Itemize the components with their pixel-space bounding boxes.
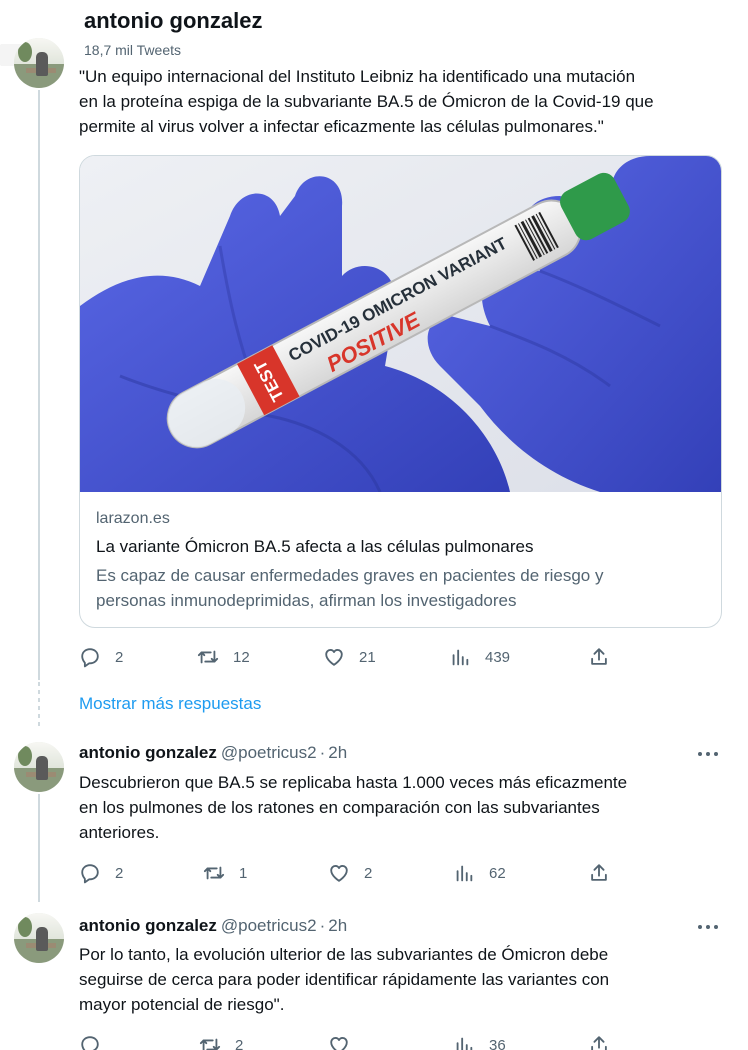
reply-author-name[interactable]: antonio gonzalez xyxy=(79,916,217,935)
retweet-count: 12 xyxy=(233,648,250,666)
tweet-text-line: "Un equipo internacional del Instituto L… xyxy=(79,67,636,86)
like-button[interactable] xyxy=(328,1033,364,1050)
tweet-actions: 2 12 21 439 xyxy=(79,645,639,669)
share-icon xyxy=(591,648,607,665)
retweet-button[interactable]: 2 xyxy=(199,1033,243,1050)
reply-actions: 2 1 2 62 xyxy=(79,861,639,885)
card-title: La variante Ómicron BA.5 afecta a las cé… xyxy=(96,537,534,556)
tweet-count: 18,7 mil Tweets xyxy=(84,42,182,58)
heart-icon xyxy=(330,865,348,882)
reply-text-line: mayor potencial de riesgo". xyxy=(79,995,285,1014)
reply-count: 2 xyxy=(115,864,124,882)
reply-header: antonio gonzalez @poetricus2 · 2h xyxy=(79,743,347,763)
share-button[interactable] xyxy=(588,861,610,885)
views-count: 62 xyxy=(489,864,506,882)
reply-button[interactable]: 2 xyxy=(79,861,123,885)
card-description-line: Es capaz de causar enfermedades graves e… xyxy=(96,566,604,585)
retweet-icon xyxy=(197,650,219,664)
card-description-line: personas inmunodeprimidas, afirman los i… xyxy=(96,591,517,610)
views-count: 439 xyxy=(485,648,511,666)
reply-text-line: anteriores. xyxy=(79,823,160,842)
views-icon xyxy=(452,649,469,666)
reply-icon xyxy=(81,648,99,668)
share-button[interactable] xyxy=(588,1033,610,1050)
reply-button[interactable]: 2 xyxy=(79,645,123,669)
views-count: 36 xyxy=(489,1036,506,1050)
heart-icon xyxy=(330,1037,348,1050)
views-button[interactable]: 36 xyxy=(453,1033,506,1050)
separator-dot: · xyxy=(319,743,326,762)
reply-text-line: Descubrieron que BA.5 se replicaba hasta… xyxy=(79,773,628,792)
share-icon xyxy=(591,864,607,881)
avatar[interactable] xyxy=(14,38,64,88)
reply-count: 2 xyxy=(115,648,124,666)
reply-author-handle[interactable]: @poetricus2 xyxy=(221,743,317,762)
tweet-text-line: permite al virus volver a infectar efica… xyxy=(79,117,604,136)
retweet-icon xyxy=(199,1038,221,1050)
retweet-icon xyxy=(203,866,225,880)
reply-text: Por lo tanto, la evolución ulterior de l… xyxy=(79,942,729,1017)
thread-line xyxy=(38,794,40,902)
reply-icon xyxy=(81,1036,99,1050)
retweet-button[interactable]: 1 xyxy=(203,861,247,885)
tweet-text: "Un equipo internacional del Instituto L… xyxy=(79,64,729,139)
more-icon[interactable] xyxy=(698,752,720,758)
thread-line xyxy=(38,90,40,680)
tweet-text-line: en la proteína espiga de la subvariante … xyxy=(79,92,654,111)
like-count: 21 xyxy=(359,648,376,666)
reply-time[interactable]: 2h xyxy=(328,743,347,762)
heart-icon xyxy=(325,649,343,666)
card-domain: larazon.es xyxy=(96,510,170,527)
reply-icon xyxy=(81,864,99,884)
avatar[interactable] xyxy=(14,742,64,792)
avatar[interactable] xyxy=(14,913,64,963)
thread-line-dashed xyxy=(38,682,40,727)
retweet-button[interactable]: 12 xyxy=(197,645,250,669)
views-button[interactable]: 439 xyxy=(449,645,510,669)
retweet-count: 1 xyxy=(239,864,248,882)
reply-actions: 2 36 xyxy=(79,1033,639,1050)
reply-author-name[interactable]: antonio gonzalez xyxy=(79,743,217,762)
reply-text-line: seguirse de cerca para poder identificar… xyxy=(79,970,610,989)
profile-header: antonio gonzalez 18,7 mil Tweets xyxy=(0,0,748,66)
retweet-count: 2 xyxy=(235,1036,244,1050)
reply-button[interactable] xyxy=(79,1033,115,1050)
views-button[interactable]: 62 xyxy=(453,861,506,885)
like-button[interactable]: 2 xyxy=(328,861,372,885)
profile-name: antonio gonzalez xyxy=(84,8,263,33)
link-card[interactable]: TEST COVID-19 OMICRON VARIANT POSITIVE l… xyxy=(79,155,722,628)
reply-text: Descubrieron que BA.5 se replicaba hasta… xyxy=(79,770,729,845)
views-icon xyxy=(456,865,473,882)
reply-author-handle[interactable]: @poetricus2 xyxy=(221,916,317,935)
share-button[interactable] xyxy=(588,645,610,669)
separator-dot: · xyxy=(319,916,326,935)
card-description: Es capaz de causar enfermedades graves e… xyxy=(96,563,696,613)
views-icon xyxy=(456,1037,473,1050)
share-icon xyxy=(591,1036,607,1050)
reply-text-line: Por lo tanto, la evolución ulterior de l… xyxy=(79,945,609,964)
show-more-replies-link[interactable]: Mostrar más respuestas xyxy=(79,694,261,714)
like-count: 2 xyxy=(364,864,373,882)
card-image: TEST COVID-19 OMICRON VARIANT POSITIVE xyxy=(80,156,721,492)
like-button[interactable]: 21 xyxy=(323,645,376,669)
more-icon[interactable] xyxy=(698,925,720,931)
reply-time[interactable]: 2h xyxy=(328,916,347,935)
reply-header: antonio gonzalez @poetricus2 · 2h xyxy=(79,916,347,936)
reply-text-line: en los pulmones de los ratones en compar… xyxy=(79,798,600,817)
